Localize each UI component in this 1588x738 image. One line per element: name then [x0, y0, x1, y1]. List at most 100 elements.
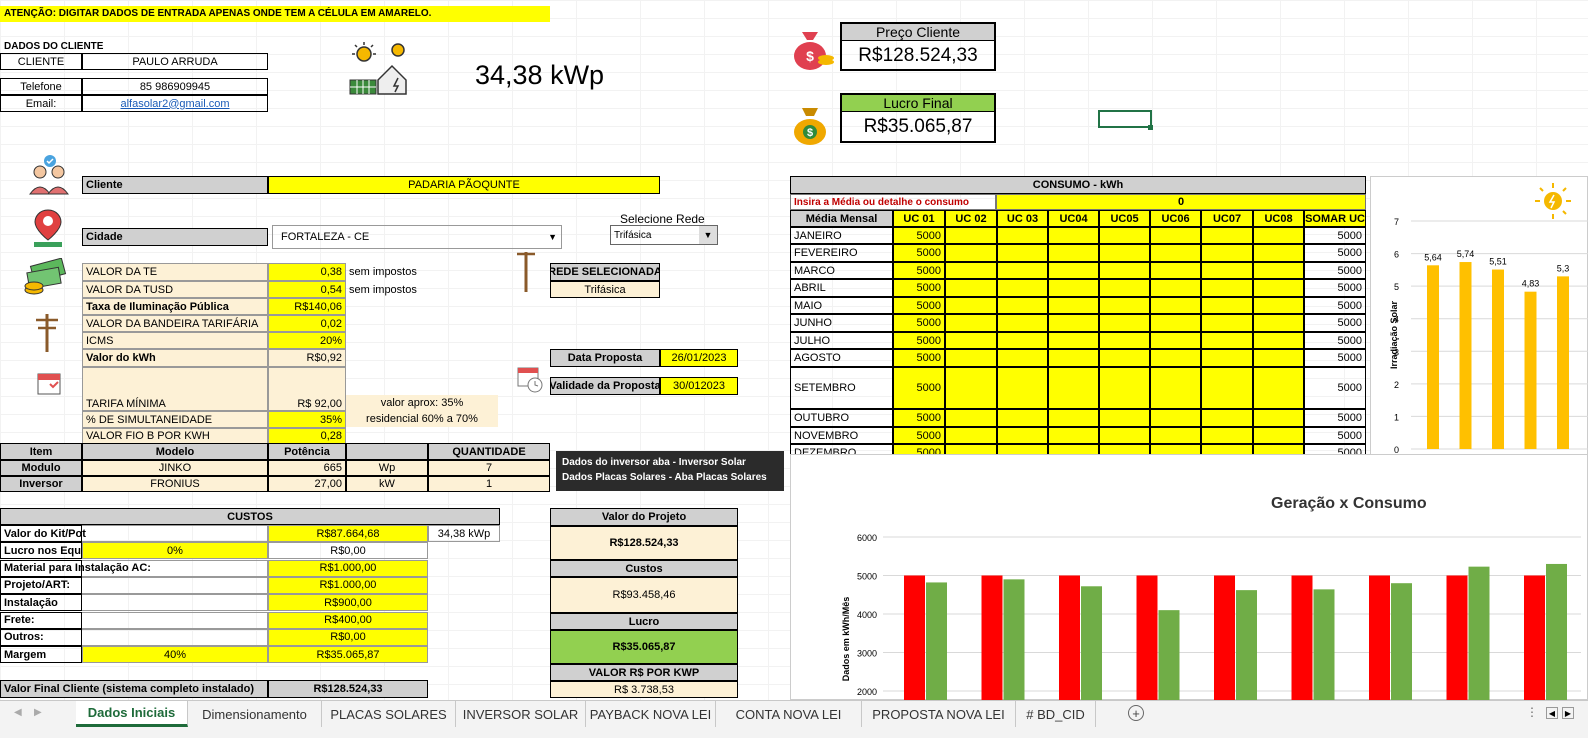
- consumo-uc-empty[interactable]: [1201, 332, 1253, 349]
- consumo-uc-empty[interactable]: [997, 409, 1048, 427]
- consumo-uc-empty[interactable]: [997, 279, 1048, 297]
- consumo-uc-empty[interactable]: [1201, 349, 1253, 367]
- consumo-uc-empty[interactable]: [1253, 227, 1304, 244]
- consumo-uc-empty[interactable]: [1150, 279, 1201, 297]
- param-value[interactable]: 0,54: [268, 281, 346, 298]
- consumo-uc01[interactable]: 5000: [893, 244, 945, 262]
- consumo-uc-empty[interactable]: [1048, 367, 1099, 409]
- consumo-uc-empty[interactable]: [1048, 244, 1099, 262]
- consumo-uc-empty[interactable]: [1253, 262, 1304, 279]
- equip-cell[interactable]: Wp: [346, 460, 428, 476]
- consumo-uc-empty[interactable]: [1048, 279, 1099, 297]
- consumo-uc-empty[interactable]: [945, 314, 997, 332]
- consumo-uc-empty[interactable]: [997, 297, 1048, 314]
- consumo-uc-empty[interactable]: [1253, 409, 1304, 427]
- equip-cell[interactable]: 1: [428, 476, 550, 492]
- consumo-uc-empty[interactable]: [1099, 367, 1150, 409]
- consumo-uc-empty[interactable]: [997, 427, 1048, 444]
- consumo-uc-empty[interactable]: [997, 314, 1048, 332]
- consumo-uc-empty[interactable]: [1150, 314, 1201, 332]
- hscroll-right-icon[interactable]: ▶: [1562, 707, 1574, 719]
- param-value[interactable]: 0,02: [268, 315, 346, 332]
- consumo-uc-empty[interactable]: [997, 332, 1048, 349]
- consumo-uc-empty[interactable]: [997, 262, 1048, 279]
- consumo-uc-empty[interactable]: [1150, 244, 1201, 262]
- consumo-uc-empty[interactable]: [1048, 262, 1099, 279]
- consumo-uc-empty[interactable]: [997, 244, 1048, 262]
- equip-cell[interactable]: JINKO: [82, 460, 268, 476]
- consumo-uc-empty[interactable]: [1201, 262, 1253, 279]
- consumo-uc-empty[interactable]: [945, 349, 997, 367]
- fill-handle[interactable]: [1148, 125, 1153, 130]
- consumo-uc-empty[interactable]: [945, 279, 997, 297]
- chevron-down-icon[interactable]: ▼: [548, 232, 557, 242]
- tab-3[interactable]: PLACAS SOLARES: [322, 701, 456, 727]
- equip-cell[interactable]: kW: [346, 476, 428, 492]
- scroll-left-icon[interactable]: ◀: [14, 707, 22, 718]
- equip-cell[interactable]: 27,00: [268, 476, 346, 492]
- custos-value[interactable]: R$400,00: [268, 611, 428, 629]
- consumo-uc-empty[interactable]: [1099, 279, 1150, 297]
- chevron-down-icon[interactable]: ▼: [699, 226, 717, 244]
- consumo-uc01[interactable]: 5000: [893, 427, 945, 444]
- cliente-input[interactable]: PADARIA PÃOQUNTE: [268, 176, 660, 194]
- consumo-uc-empty[interactable]: [1150, 427, 1201, 444]
- consumo-uc-empty[interactable]: [1150, 409, 1201, 427]
- consumo-uc-empty[interactable]: [997, 227, 1048, 244]
- consumo-uc-empty[interactable]: [1201, 227, 1253, 244]
- consumo-uc01[interactable]: 5000: [893, 279, 945, 297]
- scroll-right-icon[interactable]: ▶: [34, 707, 42, 718]
- consumo-uc-empty[interactable]: [1048, 227, 1099, 244]
- consumo-uc-empty[interactable]: [945, 244, 997, 262]
- custos-value[interactable]: R$87.664,68: [268, 525, 428, 542]
- more-options-icon[interactable]: ⋮: [1526, 705, 1538, 719]
- consumo-uc-empty[interactable]: [1099, 227, 1150, 244]
- consumo-uc01[interactable]: 5000: [893, 349, 945, 367]
- consumo-uc-empty[interactable]: [945, 262, 997, 279]
- tab-2[interactable]: Dimensionamento: [188, 701, 322, 727]
- consumo-uc-empty[interactable]: [1201, 409, 1253, 427]
- tab-4[interactable]: INVERSOR SOLAR: [456, 701, 586, 727]
- consumo-uc01[interactable]: 5000: [893, 409, 945, 427]
- consumo-uc-empty[interactable]: [1048, 332, 1099, 349]
- consumo-uc-empty[interactable]: [1201, 244, 1253, 262]
- consumo-uc-empty[interactable]: [1099, 409, 1150, 427]
- consumo-uc-empty[interactable]: [1048, 349, 1099, 367]
- consumo-uc-empty[interactable]: [1201, 297, 1253, 314]
- consumo-uc-empty[interactable]: [1201, 314, 1253, 332]
- param-value[interactable]: 35%: [268, 411, 346, 428]
- consumo-uc01[interactable]: 5000: [893, 314, 945, 332]
- consumo-uc-empty[interactable]: [1253, 332, 1304, 349]
- consumo-uc-empty[interactable]: [1253, 349, 1304, 367]
- consumo-uc-empty[interactable]: [945, 427, 997, 444]
- consumo-uc-empty[interactable]: [1253, 427, 1304, 444]
- consumo-uc-empty[interactable]: [945, 367, 997, 409]
- custos-mid[interactable]: 0%: [82, 542, 268, 560]
- consumo-uc-empty[interactable]: [1048, 314, 1099, 332]
- client-value[interactable]: alfasolar2@gmail.com: [82, 95, 268, 112]
- consumo-uc-empty[interactable]: [1201, 427, 1253, 444]
- param-value[interactable]: 20%: [268, 332, 346, 349]
- consumo-hint-input[interactable]: 0: [996, 194, 1366, 210]
- consumo-uc-empty[interactable]: [945, 332, 997, 349]
- selected-cell[interactable]: [1098, 110, 1152, 128]
- custos-value[interactable]: R$900,00: [268, 594, 428, 612]
- param-value[interactable]: R$140,06: [268, 298, 346, 315]
- consumo-uc-empty[interactable]: [997, 349, 1048, 367]
- consumo-uc-empty[interactable]: [1150, 349, 1201, 367]
- equip-cell[interactable]: FRONIUS: [82, 476, 268, 492]
- consumo-uc-empty[interactable]: [1099, 244, 1150, 262]
- consumo-uc-empty[interactable]: [1150, 332, 1201, 349]
- consumo-uc01[interactable]: 5000: [893, 332, 945, 349]
- consumo-uc-empty[interactable]: [1253, 279, 1304, 297]
- equip-cell[interactable]: 7: [428, 460, 550, 476]
- custos-value[interactable]: R$0,00: [268, 628, 428, 646]
- hscroll-left-icon[interactable]: ◀: [1546, 707, 1558, 719]
- consumo-uc-empty[interactable]: [1253, 297, 1304, 314]
- param-value[interactable]: 0,38: [268, 263, 346, 281]
- add-sheet-icon[interactable]: +: [1128, 705, 1144, 721]
- consumo-uc01[interactable]: 5000: [893, 262, 945, 279]
- consumo-uc-empty[interactable]: [1099, 349, 1150, 367]
- consumo-uc-empty[interactable]: [1253, 244, 1304, 262]
- consumo-uc-empty[interactable]: [1150, 297, 1201, 314]
